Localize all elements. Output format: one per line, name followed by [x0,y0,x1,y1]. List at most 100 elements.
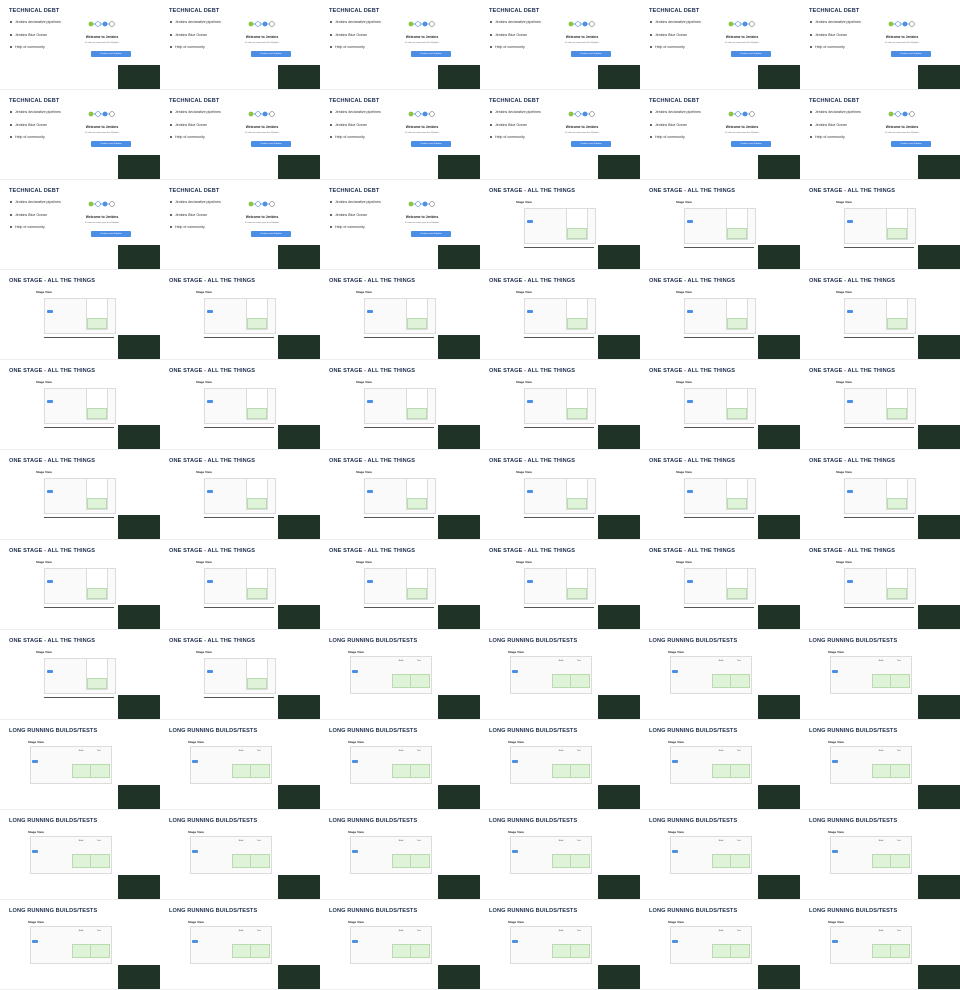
slide-thumbnail[interactable]: TECHNICAL DEBT Jenkins declarative pipel… [800,90,960,180]
slide-thumbnail[interactable]: ONE STAGE - ALL THE THINGS Stage View [800,180,960,270]
slide-thumbnail[interactable]: ONE STAGE - ALL THE THINGS Stage View [800,270,960,360]
slide-thumbnail[interactable]: LONG RUNNING BUILDS/TESTS Stage View Bui… [480,900,640,990]
create-pipeline-button[interactable]: Create a new Pipeline [891,51,931,57]
create-pipeline-button[interactable]: Create a new Pipeline [411,231,451,237]
slide-thumbnail[interactable]: TECHNICAL DEBT Jenkins declarative pipel… [160,0,320,90]
slide-thumbnail[interactable]: ONE STAGE - ALL THE THINGS Stage View [0,270,160,360]
slide-thumbnail[interactable]: TECHNICAL DEBT Jenkins declarative pipel… [640,90,800,180]
slide-thumbnail[interactable]: LONG RUNNING BUILDS/TESTS Stage View Bui… [160,900,320,990]
slide-thumbnail[interactable]: TECHNICAL DEBT Jenkins declarative pipel… [0,180,160,270]
slide-thumbnail[interactable]: LONG RUNNING BUILDS/TESTS Stage View Bui… [640,900,800,990]
create-pipeline-button[interactable]: Create a new Pipeline [251,141,291,147]
create-pipeline-button[interactable]: Create a new Pipeline [411,51,451,57]
timeline-axis [844,517,914,518]
slide-thumbnail[interactable]: LONG RUNNING BUILDS/TESTS Stage View Bui… [0,720,160,810]
slide-thumbnail[interactable]: ONE STAGE - ALL THE THINGS Stage View [800,450,960,540]
slide-thumbnail[interactable]: LONG RUNNING BUILDS/TESTS Stage View Bui… [160,810,320,900]
timeline-axis [364,517,434,518]
slide-thumbnail[interactable]: LONG RUNNING BUILDS/TESTS Stage View Bui… [480,720,640,810]
slide-thumbnail[interactable]: LONG RUNNING BUILDS/TESTS Stage View Bui… [640,720,800,810]
slide-thumbnail[interactable]: ONE STAGE - ALL THE THINGS Stage View [320,450,480,540]
stage-view-label: Stage View [828,650,844,654]
create-pipeline-button[interactable]: Create a new Pipeline [91,141,131,147]
slide-thumbnail[interactable]: ONE STAGE - ALL THE THINGS Stage View [640,180,800,270]
slide-thumbnail[interactable]: ONE STAGE - ALL THE THINGS Stage View [480,450,640,540]
slide-thumbnail[interactable]: LONG RUNNING BUILDS/TESTS Stage View Bui… [320,900,480,990]
slide-thumbnail[interactable]: TECHNICAL DEBT Jenkins declarative pipel… [160,180,320,270]
slide-thumbnail[interactable]: ONE STAGE - ALL THE THINGS Stage View [640,450,800,540]
video-inset [598,785,640,809]
slide-thumbnail[interactable]: ONE STAGE - ALL THE THINGS Stage View [0,630,160,720]
slide-thumbnail[interactable]: ONE STAGE - ALL THE THINGS Stage View [480,180,640,270]
create-pipeline-button[interactable]: Create a new Pipeline [571,141,611,147]
slide-thumbnail[interactable]: LONG RUNNING BUILDS/TESTS Stage View Bui… [0,810,160,900]
slide-thumbnail[interactable]: LONG RUNNING BUILDS/TESTS Stage View Bui… [320,630,480,720]
slide-thumbnail[interactable]: TECHNICAL DEBT Jenkins declarative pipel… [320,90,480,180]
slide-thumbnail[interactable]: ONE STAGE - ALL THE THINGS Stage View [800,540,960,630]
slide-thumbnail[interactable]: ONE STAGE - ALL THE THINGS Stage View [800,360,960,450]
slide-thumbnail[interactable]: ONE STAGE - ALL THE THINGS Stage View [160,540,320,630]
create-pipeline-button[interactable]: Create a new Pipeline [251,51,291,57]
slide-thumbnail[interactable]: LONG RUNNING BUILDS/TESTS Stage View Bui… [800,900,960,990]
stage-cell-success [392,764,411,778]
slide-thumbnail[interactable]: ONE STAGE - ALL THE THINGS Stage View [160,450,320,540]
create-pipeline-button[interactable]: Create a new Pipeline [91,231,131,237]
slide-title: LONG RUNNING BUILDS/TESTS [809,728,898,734]
slide-thumbnail[interactable]: TECHNICAL DEBT Jenkins declarative pipel… [800,0,960,90]
slide-thumbnail[interactable]: ONE STAGE - ALL THE THINGS Stage View [320,270,480,360]
slide-thumbnail[interactable]: ONE STAGE - ALL THE THINGS Stage View [480,270,640,360]
stage-cell-success [552,944,571,958]
create-pipeline-button[interactable]: Create a new Pipeline [91,51,131,57]
slide-thumbnail[interactable]: ONE STAGE - ALL THE THINGS Stage View [480,360,640,450]
timeline-axis [364,607,434,608]
slide-thumbnail[interactable]: TECHNICAL DEBT Jenkins declarative pipel… [480,90,640,180]
bullet-icon [170,226,172,228]
slide-thumbnail[interactable]: ONE STAGE - ALL THE THINGS Stage View [160,270,320,360]
stage-cell-success [90,854,110,868]
slide-thumbnail[interactable]: TECHNICAL DEBT Jenkins declarative pipel… [480,0,640,90]
slide-thumbnail[interactable]: LONG RUNNING BUILDS/TESTS Stage View Bui… [480,810,640,900]
stage-cell-success [232,854,251,868]
slide-thumbnail[interactable]: LONG RUNNING BUILDS/TESTS Stage View Bui… [640,630,800,720]
stage-view-label: Stage View [668,650,684,654]
slide-thumbnail[interactable]: ONE STAGE - ALL THE THINGS Stage View [160,630,320,720]
slide-thumbnail[interactable]: TECHNICAL DEBT Jenkins declarative pipel… [0,90,160,180]
create-pipeline-button[interactable]: Create a new Pipeline [891,141,931,147]
slide-thumbnail[interactable]: ONE STAGE - ALL THE THINGS Stage View [320,360,480,450]
build-badge [367,490,373,493]
pipeline-graph-icon [728,111,755,117]
build-badge [192,850,198,853]
slide-thumbnail[interactable]: ONE STAGE - ALL THE THINGS Stage View [320,540,480,630]
slide-thumbnail[interactable]: TECHNICAL DEBT Jenkins declarative pipel… [160,90,320,180]
slide-thumbnail[interactable]: TECHNICAL DEBT Jenkins declarative pipel… [320,0,480,90]
slide-thumbnail[interactable]: TECHNICAL DEBT Jenkins declarative pipel… [0,0,160,90]
slide-thumbnail[interactable]: TECHNICAL DEBT Jenkins declarative pipel… [640,0,800,90]
create-pipeline-button[interactable]: Create a new Pipeline [571,51,611,57]
slide-thumbnail[interactable]: ONE STAGE - ALL THE THINGS Stage View [480,540,640,630]
bullet-icon [170,111,172,113]
slide-thumbnail[interactable]: ONE STAGE - ALL THE THINGS Stage View [640,360,800,450]
slide-thumbnail[interactable]: LONG RUNNING BUILDS/TESTS Stage View Bui… [0,900,160,990]
slide-thumbnail[interactable]: LONG RUNNING BUILDS/TESTS Stage View Bui… [160,720,320,810]
bullet-icon [810,123,812,126]
slide-thumbnail[interactable]: LONG RUNNING BUILDS/TESTS Stage View Bui… [480,630,640,720]
bullet-item: Jenkins Blue Ocean [10,33,61,46]
slide-thumbnail[interactable]: ONE STAGE - ALL THE THINGS Stage View [160,360,320,450]
create-pipeline-button[interactable]: Create a new Pipeline [731,51,771,57]
slide-thumbnail[interactable]: LONG RUNNING BUILDS/TESTS Stage View Bui… [320,810,480,900]
slide-thumbnail[interactable]: LONG RUNNING BUILDS/TESTS Stage View Bui… [320,720,480,810]
create-pipeline-button[interactable]: Create a new Pipeline [731,141,771,147]
slide-thumbnail[interactable]: ONE STAGE - ALL THE THINGS Stage View [640,270,800,360]
create-pipeline-button[interactable]: Create a new Pipeline [251,231,291,237]
slide-thumbnail[interactable]: ONE STAGE - ALL THE THINGS Stage View [0,540,160,630]
slide-thumbnail[interactable]: LONG RUNNING BUILDS/TESTS Stage View Bui… [800,630,960,720]
slide-thumbnail[interactable]: ONE STAGE - ALL THE THINGS Stage View [0,360,160,450]
create-pipeline-button[interactable]: Create a new Pipeline [411,141,451,147]
slide-thumbnail[interactable]: LONG RUNNING BUILDS/TESTS Stage View Bui… [640,810,800,900]
slide-thumbnail[interactable]: ONE STAGE - ALL THE THINGS Stage View [640,540,800,630]
slide-thumbnail[interactable]: TECHNICAL DEBT Jenkins declarative pipel… [320,180,480,270]
slide-title: LONG RUNNING BUILDS/TESTS [329,638,418,644]
slide-thumbnail[interactable]: ONE STAGE - ALL THE THINGS Stage View [0,450,160,540]
slide-thumbnail[interactable]: LONG RUNNING BUILDS/TESTS Stage View Bui… [800,810,960,900]
slide-thumbnail[interactable]: LONG RUNNING BUILDS/TESTS Stage View Bui… [800,720,960,810]
